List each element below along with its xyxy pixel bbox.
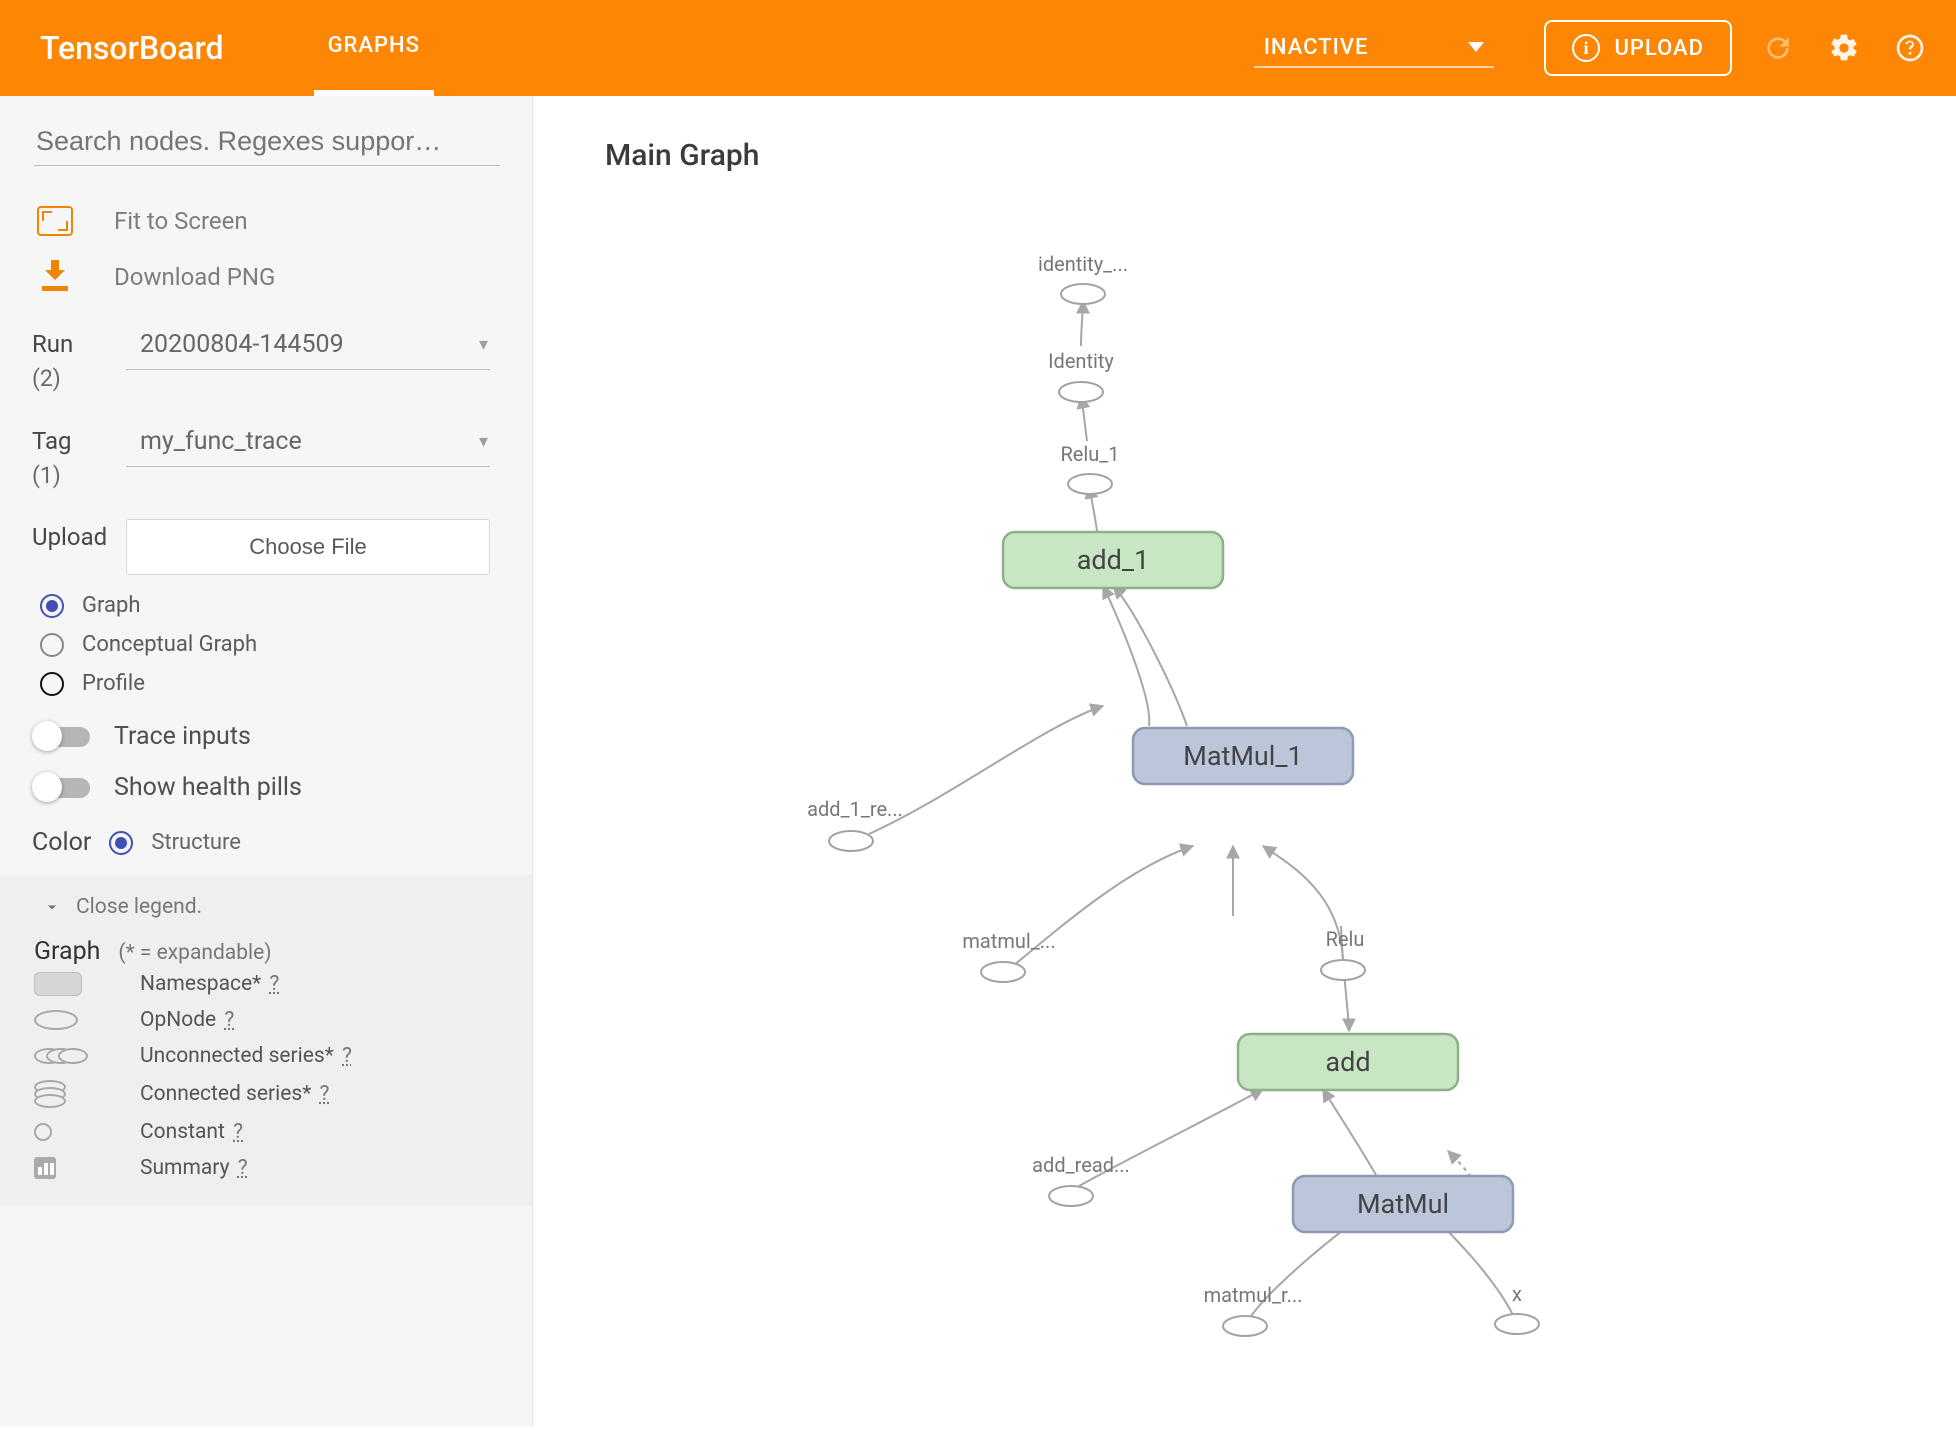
brand-title: TensorBoard [40, 29, 224, 67]
toggle-icon [34, 778, 90, 798]
legend-unconnected: Unconnected series* ? [30, 1038, 502, 1074]
svg-text:x: x [1512, 1282, 1522, 1306]
chevron-down-icon [1468, 42, 1484, 52]
chevron-down-icon: ▾ [479, 334, 488, 355]
toggle-trace-inputs[interactable]: Trace inputs [34, 722, 500, 751]
search-input[interactable] [34, 118, 500, 166]
node-identity[interactable]: Identity [1048, 349, 1114, 402]
radio-icon [40, 672, 64, 696]
run-label: Run (2) [32, 326, 126, 397]
download-png-button[interactable]: Download PNG [0, 248, 532, 306]
radio-conceptual-graph[interactable]: Conceptual Graph [40, 632, 500, 657]
info-icon: i [1572, 34, 1600, 62]
graph-title: Main Graph [605, 138, 759, 173]
tag-label: Tag (1) [32, 423, 126, 494]
radio-icon[interactable] [109, 831, 133, 855]
svg-text:matmul_r...: matmul_r... [1204, 1283, 1303, 1307]
tab-graphs[interactable]: GRAPHS [314, 0, 434, 96]
run-select-value: 20200804-144509 [140, 330, 344, 359]
svg-text:MatMul_1: MatMul_1 [1183, 740, 1302, 772]
app-header: TensorBoard GRAPHS INACTIVE i UPLOAD [0, 0, 1956, 96]
node-matmul-r[interactable]: matmul_r... [1204, 1283, 1303, 1336]
svg-text:add: add [1325, 1046, 1370, 1078]
node-add-read[interactable]: add_read... [1032, 1153, 1130, 1206]
svg-text:Identity: Identity [1048, 349, 1114, 373]
summary-shape-icon [34, 1157, 56, 1179]
upload-label: Upload [32, 519, 126, 555]
namespace-shape-icon [34, 972, 82, 996]
svg-text:add_1: add_1 [1077, 544, 1150, 576]
color-row: Color Structure [0, 808, 532, 875]
svg-text:matmul_...: matmul_... [962, 929, 1055, 953]
radio-icon [40, 594, 64, 618]
header-tabs: GRAPHS [314, 0, 1254, 96]
download-png-label: Download PNG [114, 263, 275, 291]
legend: Close legend. Graph (* = expandable) Nam… [0, 875, 532, 1206]
graph-canvas[interactable]: Main Graph iden [533, 96, 1956, 1426]
chevron-down-icon [42, 897, 62, 917]
run-select[interactable]: 20200804-144509 ▾ [126, 326, 490, 370]
fit-to-screen-button[interactable]: Fit to Screen [0, 194, 532, 248]
radio-profile[interactable]: Profile [40, 671, 500, 696]
help-icon[interactable] [1894, 32, 1926, 64]
svg-text:Relu_1: Relu_1 [1060, 442, 1119, 466]
svg-text:add_read...: add_read... [1032, 1153, 1130, 1177]
upload-button-label: UPLOAD [1614, 36, 1704, 61]
connected-shape-icon [34, 1080, 74, 1108]
node-add[interactable]: add [1238, 1034, 1458, 1090]
constant-shape-icon [34, 1123, 52, 1141]
tag-select-value: my_func_trace [140, 427, 302, 456]
tag-select[interactable]: my_func_trace ▾ [126, 423, 490, 467]
toggle-health-pills[interactable]: Show health pills [34, 773, 500, 802]
radio-icon [40, 633, 64, 657]
toggle-icon [34, 727, 90, 747]
svg-text:MatMul: MatMul [1357, 1188, 1449, 1220]
opnode-shape-icon [34, 1010, 78, 1030]
gear-icon[interactable] [1828, 32, 1860, 64]
node-matmul-dots[interactable]: matmul_... [962, 929, 1055, 982]
chevron-down-icon: ▾ [479, 431, 488, 452]
node-add1[interactable]: add_1 [1003, 532, 1223, 588]
legend-title: Graph [34, 937, 100, 966]
fit-screen-icon [37, 206, 73, 236]
refresh-icon[interactable] [1762, 32, 1794, 64]
choose-file-button[interactable]: Choose File [126, 519, 490, 575]
legend-opnode: OpNode ? [30, 1002, 502, 1038]
fit-to-screen-label: Fit to Screen [114, 207, 248, 235]
close-legend-button[interactable]: Close legend. [30, 889, 502, 937]
inactive-dropdown[interactable]: INACTIVE [1254, 29, 1495, 68]
download-icon [40, 260, 70, 294]
svg-text:Relu: Relu [1326, 927, 1365, 951]
legend-constant: Constant ? [30, 1114, 502, 1150]
node-matmul[interactable]: MatMul [1293, 1176, 1513, 1232]
node-identity-ret[interactable]: identity_... [1038, 252, 1128, 304]
node-x[interactable]: x [1495, 1282, 1539, 1334]
node-relu1[interactable]: Relu_1 [1060, 442, 1119, 494]
svg-text:identity_...: identity_... [1038, 252, 1128, 276]
legend-namespace: Namespace* ? [30, 966, 502, 1002]
legend-connected: Connected series* ? [30, 1074, 502, 1114]
upload-button[interactable]: i UPLOAD [1544, 20, 1732, 76]
legend-hint: (* = expandable) [118, 941, 271, 965]
radio-graph[interactable]: Graph [40, 593, 500, 618]
sidebar: Fit to Screen Download PNG Run (2) 20200… [0, 96, 533, 1426]
svg-text:add_1_re...: add_1_re... [807, 797, 903, 821]
legend-summary: Summary ? [30, 1150, 502, 1186]
node-matmul1[interactable]: MatMul_1 [1133, 728, 1353, 784]
unconnected-shape-icon [34, 1045, 84, 1067]
inactive-label: INACTIVE [1264, 35, 1369, 60]
